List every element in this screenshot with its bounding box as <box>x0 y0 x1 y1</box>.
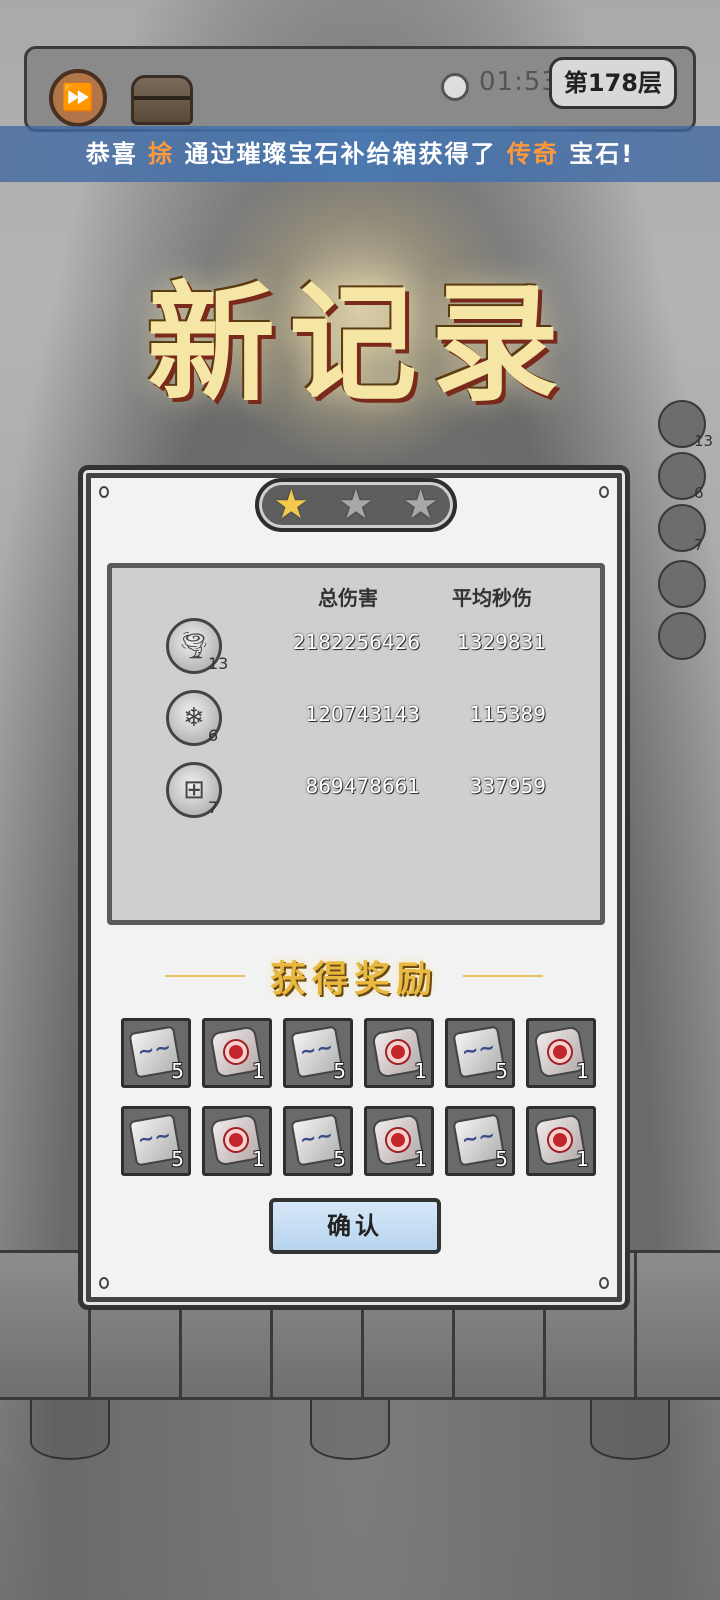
star-empty-icon: ★ <box>338 482 374 528</box>
clock-icon <box>441 73 469 101</box>
star-filled-icon: ★ <box>273 482 310 528</box>
avg-dps-value: 115389 <box>469 702 546 726</box>
reward-item[interactable]: 5 <box>445 1018 515 1088</box>
well-left <box>30 1400 110 1460</box>
reward-item[interactable]: 1 <box>364 1106 434 1176</box>
reward-count: 5 <box>333 1059 346 1083</box>
reward-count: 1 <box>576 1059 589 1083</box>
side-skill-empty-slot[interactable] <box>658 612 706 660</box>
reward-count: 1 <box>252 1147 265 1171</box>
reward-count: 1 <box>252 1059 265 1083</box>
reward-item[interactable]: 5 <box>445 1106 515 1176</box>
reward-item[interactable]: 5 <box>283 1018 353 1088</box>
reward-item[interactable]: 5 <box>121 1018 191 1088</box>
star-empty-icon: ★ <box>402 482 439 528</box>
skill-stat-row: 🌪 13 2182256426 1329831 <box>112 618 600 678</box>
banner-suffix: 宝石! <box>569 140 635 168</box>
floor-badge: 第178层 <box>548 57 677 109</box>
reward-count: 5 <box>495 1059 508 1083</box>
banner-prefix: 恭喜 <box>85 140 138 168</box>
reward-item[interactable]: 1 <box>202 1018 272 1088</box>
reward-item[interactable]: 1 <box>526 1106 596 1176</box>
avg-dps-value: 1329831 <box>456 630 546 654</box>
reward-count: 5 <box>495 1147 508 1171</box>
reward-item[interactable]: 5 <box>283 1106 353 1176</box>
avg-dps-value: 337959 <box>469 774 546 798</box>
rivet <box>99 1277 109 1289</box>
skill-level: 13 <box>208 654 229 673</box>
new-record-title: 新记录 <box>146 269 573 419</box>
skill-stat-row: ⊞ 7 869478661 337959 <box>112 762 600 822</box>
fast-forward-button[interactable]: ⏩ <box>49 69 107 127</box>
banner-rarity: 传奇 <box>506 140 559 168</box>
fast-forward-icon: ⏩ <box>61 83 95 113</box>
well-right <box>590 1400 670 1460</box>
reward-count: 1 <box>414 1147 427 1171</box>
confirm-button[interactable]: 确认 <box>269 1198 441 1254</box>
header-avg-dps: 平均秒伤 <box>452 586 532 610</box>
reward-count: 5 <box>171 1059 184 1083</box>
rewards-title: 获得奖励 <box>269 958 438 1000</box>
rivet <box>599 1277 609 1289</box>
skill-level: 6 <box>208 726 219 745</box>
damage-stats-panel: 总伤害 平均秒伤 🌪 13 2182256426 1329831 ❄ 6 120… <box>107 563 605 925</box>
reward-count: 5 <box>171 1147 184 1171</box>
star-rating: ★ ★ ★ <box>255 478 457 532</box>
rivet <box>99 486 109 498</box>
skill-level: 7 <box>208 798 219 817</box>
reward-item[interactable]: 5 <box>121 1106 191 1176</box>
side-skill-count: 6 <box>694 484 704 502</box>
reward-item[interactable]: 1 <box>364 1018 434 1088</box>
well-center <box>310 1400 390 1460</box>
result-dialog: ★ ★ ★ 总伤害 平均秒伤 🌪 13 2182256426 1329831 ❄… <box>78 465 630 1310</box>
total-damage-value: 869478661 <box>305 774 420 798</box>
skill-stat-row: ❄ 6 120743143 115389 <box>112 690 600 750</box>
banner-middle: 通过璀璨宝石补给箱获得了 <box>184 140 497 168</box>
battle-timer: 01:53 <box>479 67 559 97</box>
announcement-banner: 恭喜 捈 通过璀璨宝石补给箱获得了 传奇 宝石! <box>0 126 720 182</box>
reward-count: 5 <box>333 1147 346 1171</box>
header-total-damage: 总伤害 <box>318 586 378 610</box>
rivet <box>599 486 609 498</box>
side-skill-count: 7 <box>694 536 704 554</box>
treasure-chest-icon[interactable] <box>131 75 193 125</box>
total-damage-value: 120743143 <box>305 702 420 726</box>
total-damage-value: 2182256426 <box>292 630 420 654</box>
reward-item[interactable]: 1 <box>202 1106 272 1176</box>
reward-count: 1 <box>576 1147 589 1171</box>
side-skill-count: 13 <box>694 432 714 450</box>
top-hud: ⏩ 01:53 第178层 <box>24 46 696 132</box>
side-skill-empty-slot[interactable] <box>658 560 706 608</box>
reward-count: 1 <box>414 1059 427 1083</box>
reward-item[interactable]: 1 <box>526 1018 596 1088</box>
banner-player: 捈 <box>148 140 175 168</box>
